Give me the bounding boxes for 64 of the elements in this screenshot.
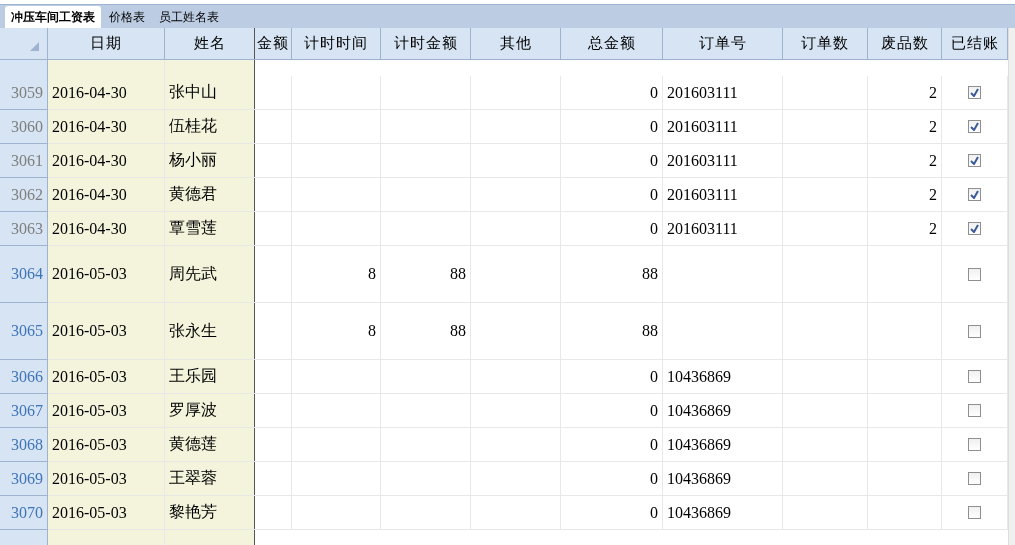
table-cell: 王翠蓉	[165, 462, 255, 495]
column-header[interactable]: 废品数	[868, 28, 942, 59]
table-cell: 2016-04-30	[48, 178, 165, 211]
checkbox[interactable]	[968, 506, 981, 519]
table-cell: 2016-05-03	[48, 246, 165, 302]
row-number: 3059	[0, 76, 48, 110]
row-number: 3068	[0, 428, 48, 462]
table-cell: 2016-05-03	[48, 303, 165, 359]
table-cell: 王乐园	[165, 360, 255, 393]
checkbox[interactable]	[968, 120, 981, 133]
table-cell: 张中山	[165, 76, 255, 109]
row-number: 3062	[0, 178, 48, 212]
column-header[interactable]: 日期	[48, 28, 165, 59]
column-header[interactable]: 计时金额	[381, 28, 471, 59]
table-cell: 罗厚波	[165, 394, 255, 427]
sheet-tab[interactable]: 冲压车间工资表	[5, 6, 101, 28]
row-number: 3066	[0, 360, 48, 394]
table-cell: 2016-05-03	[48, 428, 165, 461]
sheet-tab[interactable]: 价格表	[103, 6, 151, 28]
vertical-scrollbar[interactable]	[1008, 28, 1015, 545]
sheet-tab[interactable]: 员工姓名表	[153, 6, 225, 28]
table-cell: 2016-05-03	[48, 496, 165, 529]
row-number: 3063	[0, 212, 48, 246]
table-cell: 2016-04-30	[48, 110, 165, 143]
row-number: 3070	[0, 496, 48, 530]
table-cell: 2016-05-03	[48, 360, 165, 393]
checkbox[interactable]	[968, 188, 981, 201]
checkbox[interactable]	[968, 222, 981, 235]
column-header[interactable]: 计时时间	[292, 28, 381, 59]
table-cell: 黄德莲	[165, 428, 255, 461]
table-cell: 2016-04-30	[48, 144, 165, 177]
checkbox[interactable]	[968, 370, 981, 383]
table-cell: 张永生	[165, 303, 255, 359]
row-number: 3069	[0, 462, 48, 496]
column-header[interactable]: 姓名	[165, 28, 255, 59]
row-number: 3065	[0, 303, 48, 360]
row-header	[0, 530, 48, 545]
checkbox[interactable]	[968, 86, 981, 99]
column-header[interactable]: 金额	[255, 28, 292, 59]
row-number: 3064	[0, 246, 48, 303]
table-cell: 黎艳芳	[165, 496, 255, 529]
table-cell: 覃雪莲	[165, 212, 255, 245]
checkbox[interactable]	[968, 472, 981, 485]
table-cell: 2016-05-03	[48, 394, 165, 427]
row-number: 3067	[0, 394, 48, 428]
column-header[interactable]: 订单数	[783, 28, 868, 59]
table-cell: 2016-04-30	[48, 212, 165, 245]
column-header[interactable]: 其他	[471, 28, 561, 59]
checkbox[interactable]	[968, 438, 981, 451]
column-header[interactable]: 订单号	[663, 28, 783, 59]
table-cell: 黄德君	[165, 178, 255, 211]
select-all-icon[interactable]	[30, 42, 39, 51]
checkbox[interactable]	[968, 154, 981, 167]
checkbox[interactable]	[968, 404, 981, 417]
checkbox[interactable]	[968, 267, 981, 281]
table-cell: 伍桂花	[165, 110, 255, 143]
table-cell: 杨小丽	[165, 144, 255, 177]
table-cell: 2016-04-30	[48, 76, 165, 109]
row-number: 3061	[0, 144, 48, 178]
checkbox[interactable]	[968, 324, 981, 338]
table-cell: 2016-05-03	[48, 462, 165, 495]
column-header[interactable]: 总金额	[561, 28, 663, 59]
row-number: 3060	[0, 110, 48, 144]
table-cell: 周先武	[165, 246, 255, 302]
